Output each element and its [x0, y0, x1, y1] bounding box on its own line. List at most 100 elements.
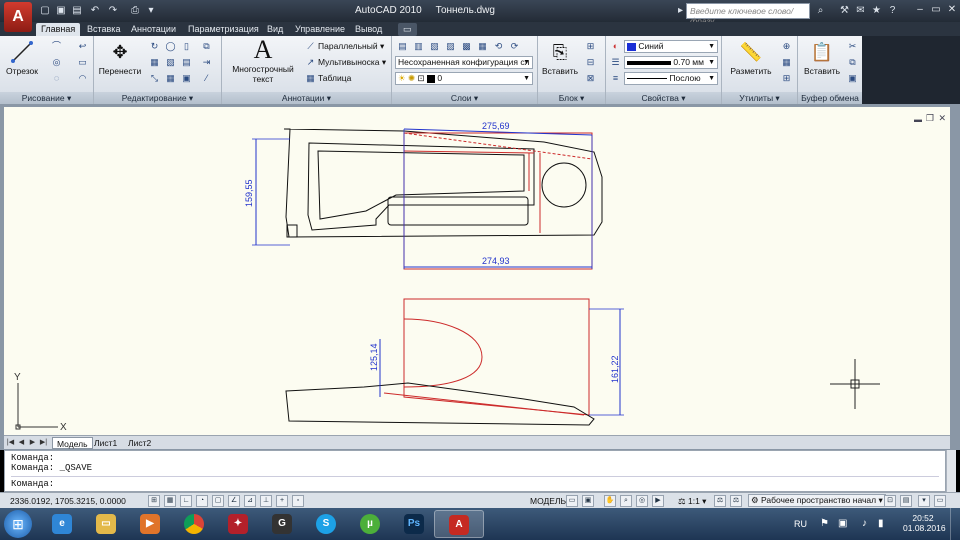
hatch-arrow-icon[interactable]: ↩ — [76, 40, 89, 53]
measure-button[interactable]: 📏 Разметить — [726, 40, 776, 76]
paste-button[interactable]: 📋 Вставить — [800, 40, 844, 76]
taskbar-ie[interactable]: e — [38, 510, 88, 538]
layer-states-icon[interactable]: ▥ — [412, 40, 425, 53]
command-prompt[interactable]: Команда: — [11, 476, 939, 489]
panel-title-modify[interactable]: Редактирование ▾ — [94, 92, 221, 104]
command-line[interactable]: Команда: Команда: _QSAVE Команда: — [4, 450, 946, 492]
explode-icon[interactable]: ▤ — [180, 56, 193, 69]
panel-title-clipboard[interactable]: Буфер обмена — [798, 92, 862, 104]
trim-icon[interactable]: ◯ — [164, 40, 177, 53]
zoom-icon[interactable]: ⌕ — [620, 495, 632, 507]
grid-icon[interactable]: ▦ — [164, 495, 176, 507]
model-space-toggle[interactable]: МОДЕЛЬ — [530, 496, 566, 506]
taskbar-app-g[interactable]: G — [258, 510, 308, 538]
lock-ui-icon[interactable]: ⊡ — [884, 495, 896, 507]
subscription-icon[interactable]: ⚒ — [838, 4, 851, 17]
drawing-svg[interactable]: 275,69 274,93 159,55 125,14 161,22 Y X — [4, 107, 950, 435]
taskbar-utorrent[interactable]: µ — [346, 510, 396, 538]
multileader-button[interactable]: Мультивыноска ▾ — [318, 57, 386, 68]
table-icon[interactable]: ▦ — [304, 72, 317, 85]
command-scrollbar[interactable] — [946, 450, 956, 492]
move-button[interactable]: ✥ Перенести — [98, 40, 142, 76]
edit-block-icon[interactable]: ⊟ — [584, 56, 597, 69]
layout-view-icon[interactable]: ▭ — [566, 495, 578, 507]
snap-icon[interactable]: ⊞ — [148, 495, 160, 507]
linear-dimension-icon[interactable]: ⟋ — [304, 40, 317, 53]
panel-title-block[interactable]: Блок ▾ — [538, 92, 605, 104]
array-icon[interactable]: ▦ — [164, 72, 177, 85]
osnap-icon[interactable]: ▢ — [212, 495, 224, 507]
polar-icon[interactable]: ◔ — [196, 495, 208, 507]
close-icon[interactable]: ✕ — [944, 3, 960, 18]
mtext-button[interactable]: A Многострочный текст — [228, 37, 298, 85]
copy-base-icon[interactable]: ▣ — [846, 72, 859, 85]
ducs-icon[interactable]: ⊿ — [244, 495, 256, 507]
taskbar-explorer[interactable]: ▭ — [82, 510, 132, 538]
dimension-button[interactable]: Параллельный ▾ — [318, 41, 384, 52]
prev-layout-icon[interactable]: ◀ — [17, 438, 26, 448]
tab-sheet1[interactable]: Лист1 — [90, 437, 121, 449]
taskbar-chrome[interactable] — [170, 510, 220, 538]
help-icon[interactable]: ? — [886, 4, 899, 17]
annotation-scale-select[interactable]: ⚖ 1:1 ▾ — [678, 496, 706, 507]
layer-state-select[interactable]: Несохраненная конфигурация сл ▼ — [395, 56, 533, 69]
tab-annotate[interactable]: Аннотации — [126, 23, 181, 36]
network-icon[interactable]: ▮ — [878, 518, 884, 529]
show-desktop-button[interactable] — [950, 508, 960, 540]
mirror-icon[interactable]: ▦ — [148, 56, 161, 69]
otrack-icon[interactable]: ∠ — [228, 495, 240, 507]
coordinates-readout[interactable]: 2336.0192, 1705.3215, 0.0000 — [10, 496, 126, 506]
rotate-icon[interactable]: ↻ — [148, 40, 161, 53]
tab-parametric[interactable]: Параметризация — [183, 23, 264, 36]
panel-title-draw[interactable]: Рисование ▾ — [0, 92, 93, 104]
quick-view-icon[interactable]: ▣ — [582, 495, 594, 507]
maximize-icon[interactable]: ▭ — [928, 3, 944, 18]
workspace-select[interactable]: ⚙ Рабочее пространство начал ▾ — [748, 494, 886, 507]
erase-icon[interactable]: ▯ — [180, 40, 193, 53]
communication-icon[interactable]: ✉ — [854, 4, 867, 17]
layer-lock-icon[interactable]: ▦ — [476, 40, 489, 53]
showmotion-icon[interactable]: ▶ — [652, 495, 664, 507]
match-properties-icon[interactable]: ◐ — [609, 40, 622, 53]
layer-match-icon[interactable]: ⟲ — [492, 40, 505, 53]
circle-icon[interactable]: ◎ — [50, 56, 63, 69]
taskbar-autocad[interactable]: A — [434, 510, 484, 538]
taskbar-photoshop[interactable]: Ps — [390, 510, 440, 538]
panel-title-layers[interactable]: Слои ▾ — [392, 92, 537, 104]
block-attribute-icon[interactable]: ⊠ — [584, 72, 597, 85]
insert-block-button[interactable]: ⎘ Вставить — [540, 40, 580, 76]
binoculars-icon[interactable]: ⌕ — [814, 4, 827, 17]
panel-title-properties[interactable]: Свойства ▾ — [606, 92, 721, 104]
offset-icon[interactable]: ▣ — [180, 72, 193, 85]
pan-icon[interactable]: ✋ — [604, 495, 616, 507]
volume-icon[interactable]: ♪ — [862, 518, 867, 529]
ortho-icon[interactable]: ∟ — [180, 495, 192, 507]
statusbar-menu-icon[interactable]: ▾ — [918, 495, 930, 507]
fillet-icon[interactable]: ▧ — [164, 56, 177, 69]
color-select[interactable]: Синий ▼ — [624, 40, 718, 53]
table-button[interactable]: Таблица — [318, 73, 351, 83]
lineweight-toggle-icon[interactable]: + — [276, 495, 288, 507]
join-icon[interactable]: ⁄ — [200, 72, 213, 85]
polyline-icon[interactable]: ⌒ — [50, 40, 63, 53]
calculator-icon[interactable]: ⊞ — [780, 72, 793, 85]
layer-properties-icon[interactable]: ▤ — [396, 40, 409, 53]
hardware-accel-icon[interactable]: ▤ — [900, 495, 912, 507]
layer-freeze-icon[interactable]: ▨ — [444, 40, 457, 53]
ribbon-minimize-icon[interactable]: ▭ — [398, 23, 417, 36]
line-button[interactable]: Отрезок — [4, 40, 40, 76]
stretch-icon[interactable]: ⇥ — [200, 56, 213, 69]
layer-isolate-icon[interactable]: ▧ — [428, 40, 441, 53]
auto-scale-icon[interactable]: ⚖ — [730, 495, 742, 507]
taskbar-app-red[interactable]: ✦ — [214, 510, 264, 538]
cut-icon[interactable]: ✂ — [846, 40, 859, 53]
language-indicator[interactable]: RU — [794, 519, 807, 529]
rectangle-icon[interactable]: ▭ — [76, 56, 89, 69]
scale-icon[interactable]: ⤡ — [148, 72, 161, 85]
start-button[interactable]: ⊞ — [4, 510, 32, 538]
favorites-icon[interactable]: ★ — [870, 4, 883, 17]
drawing-canvas[interactable]: ▬ ❐ ✕ 275,69 274,93 159,55 125,14 161,22… — [4, 107, 950, 435]
select-all-icon[interactable]: ▦ — [780, 56, 793, 69]
tab-manage[interactable]: Управление — [290, 23, 350, 36]
lineweight-select[interactable]: 0.70 мм ▼ — [624, 56, 718, 69]
